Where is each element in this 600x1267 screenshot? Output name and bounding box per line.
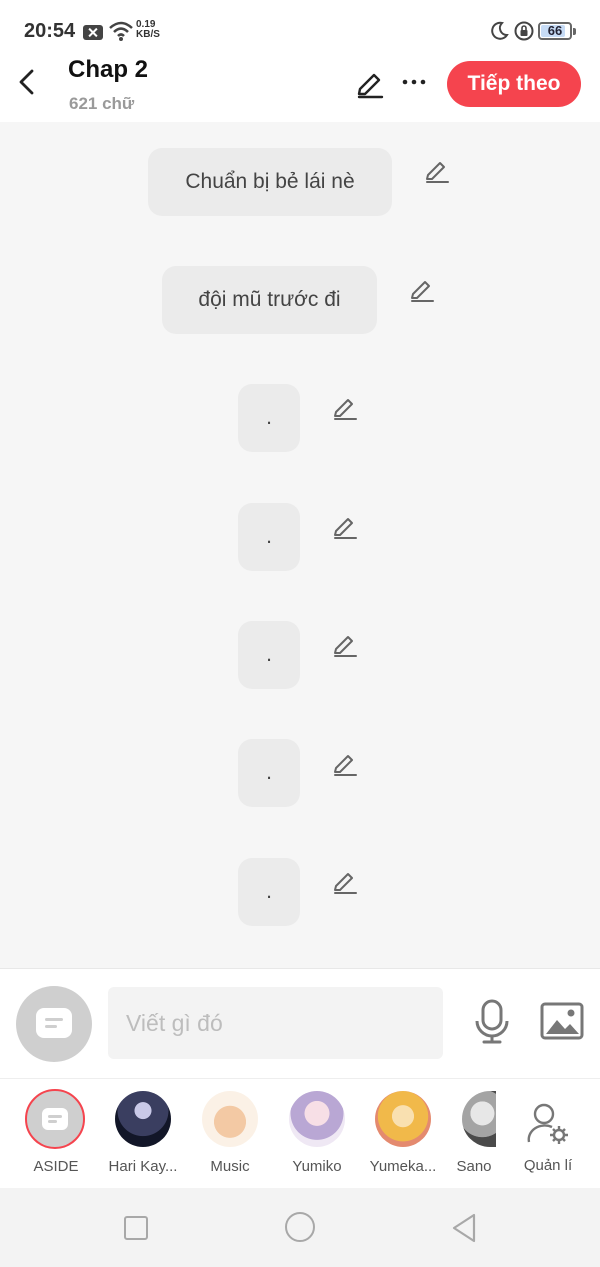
chapter-title: Chap 2 (68, 56, 149, 83)
more-options-icon[interactable] (402, 70, 426, 94)
status-bar: 20:54 0.19 KB/S 66 (0, 0, 600, 60)
character-aside[interactable]: ASIDE (14, 1079, 98, 1189)
message-bubble[interactable]: . (238, 621, 300, 689)
notification-x-icon (83, 25, 103, 40)
word-count: 621 chữ (69, 94, 135, 113)
image-icon[interactable] (540, 1002, 584, 1040)
microphone-icon[interactable] (472, 999, 512, 1045)
battery-icon: 66 (538, 22, 572, 40)
system-nav-bar (0, 1188, 600, 1267)
status-time: 20:54 (24, 20, 76, 42)
avatar (202, 1091, 258, 1147)
edit-message-icon[interactable] (332, 751, 358, 777)
back-arrow-icon[interactable] (14, 68, 42, 96)
battery-level: 66 (547, 23, 563, 38)
avatar (375, 1091, 431, 1147)
character-name: Yumiko (292, 1158, 342, 1175)
message-bubble[interactable]: . (238, 739, 300, 807)
chapter-header: Chap 2 621 chữ Tiếp theo (0, 56, 600, 122)
aside-card-icon (36, 1008, 72, 1038)
message-input[interactable] (108, 987, 443, 1059)
edit-message-icon[interactable] (332, 869, 358, 895)
home-icon[interactable] (285, 1212, 315, 1242)
aside-mode-button[interactable] (16, 986, 92, 1062)
character-yumiko[interactable]: Yumiko (275, 1079, 359, 1189)
avatar (115, 1091, 171, 1147)
message-bubble[interactable]: đội mũ trước đi (162, 266, 377, 334)
network-speed-unit: KB/S (136, 29, 160, 40)
edit-pencil-icon[interactable] (355, 70, 385, 100)
character-name: Music (210, 1158, 250, 1175)
character-name: ASIDE (33, 1158, 79, 1175)
character-music[interactable]: Music (188, 1079, 272, 1189)
manage-label[interactable]: Quản lí (516, 1157, 580, 1174)
character-bar: ASIDE Hari Kay... Music Yumiko Yumeka...… (0, 1078, 600, 1188)
character-name: Hari Kay... (108, 1158, 178, 1175)
network-speed: 0.19 KB/S (136, 20, 160, 40)
message-bubble[interactable]: . (238, 384, 300, 452)
recent-apps-icon[interactable] (124, 1216, 148, 1240)
edit-message-icon[interactable] (409, 277, 435, 303)
edit-message-icon[interactable] (332, 395, 358, 421)
compose-bar (0, 968, 600, 1078)
aside-avatar (25, 1089, 85, 1149)
character-hari[interactable]: Hari Kay... (101, 1079, 185, 1189)
back-triangle-icon[interactable] (450, 1212, 478, 1244)
moon-icon (491, 21, 509, 40)
avatar (289, 1091, 345, 1147)
edit-message-icon[interactable] (332, 514, 358, 540)
rotation-lock-icon (514, 21, 534, 41)
next-button[interactable]: Tiếp theo (447, 61, 581, 107)
character-sano[interactable]: Sano (432, 1079, 516, 1189)
message-bubble[interactable]: . (238, 858, 300, 926)
manage-characters-icon[interactable] (526, 1102, 570, 1146)
edit-message-icon[interactable] (332, 632, 358, 658)
edit-message-icon[interactable] (424, 158, 450, 184)
message-bubble[interactable]: Chuẩn bị bẻ lái nè (148, 148, 392, 216)
wifi-icon (109, 21, 133, 41)
character-name: Sano (456, 1158, 492, 1175)
message-bubble[interactable]: . (238, 503, 300, 571)
avatar (462, 1091, 496, 1147)
